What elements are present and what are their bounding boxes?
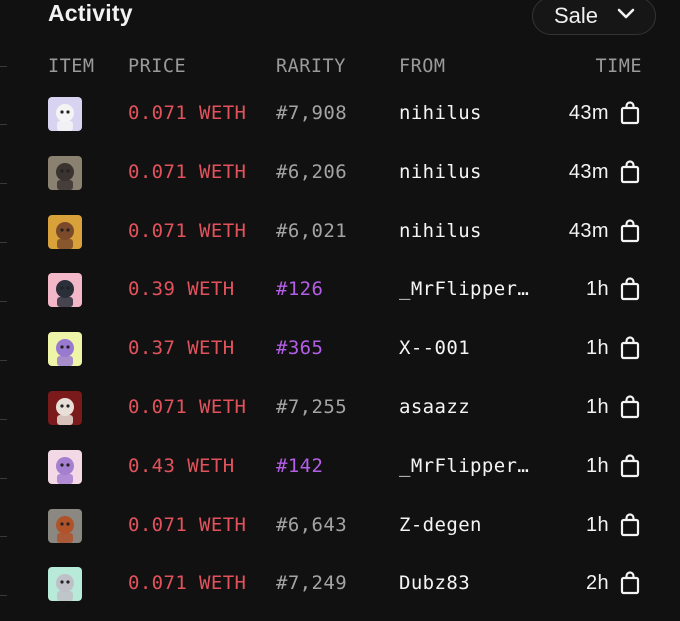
- time-ago: 1h: [585, 278, 609, 300]
- activity-row[interactable]: 0.071 WETH #7,249 Dubz83 2h: [0, 555, 680, 613]
- time-ago: 43m: [568, 102, 609, 124]
- activity-row[interactable]: 0.43 WETH #142 _MrFlipper_ 1h: [0, 438, 680, 496]
- price-value: 0.37 WETH: [128, 337, 235, 359]
- shopping-bag-icon[interactable]: [620, 219, 640, 243]
- nft-thumbnail[interactable]: [48, 156, 82, 190]
- from-user-link[interactable]: _MrFlipper_: [399, 455, 529, 477]
- price-value: 0.071 WETH: [128, 572, 247, 594]
- from-user-link[interactable]: Z-degen: [399, 514, 529, 536]
- sale-filter-dropdown[interactable]: Sale: [532, 0, 656, 35]
- nft-thumbnail[interactable]: [48, 273, 82, 307]
- column-header-from: FROM: [399, 56, 446, 77]
- activity-row[interactable]: 0.39 WETH #126 _MrFlipper_ 1h: [0, 261, 680, 319]
- time-ago: 43m: [568, 220, 609, 242]
- nft-thumbnail[interactable]: [48, 391, 82, 425]
- rarity-rank: #7,908: [276, 102, 348, 124]
- price-value: 0.071 WETH: [128, 514, 247, 536]
- price-value: 0.071 WETH: [128, 396, 247, 418]
- shopping-bag-icon[interactable]: [620, 277, 640, 301]
- shopping-bag-icon[interactable]: [620, 571, 640, 595]
- rarity-rank: #6,643: [276, 514, 348, 536]
- price-value: 0.39 WETH: [128, 278, 235, 300]
- time-ago: 43m: [568, 161, 609, 183]
- column-header-rarity: RARITY: [276, 56, 346, 77]
- from-user-link[interactable]: nihilus: [399, 220, 529, 242]
- nft-thumbnail[interactable]: [48, 215, 82, 249]
- shopping-bag-icon[interactable]: [620, 160, 640, 184]
- rarity-rank: #6,206: [276, 161, 348, 183]
- column-header-item: ITEM: [48, 56, 95, 77]
- nft-thumbnail[interactable]: [48, 450, 82, 484]
- price-value: 0.071 WETH: [128, 102, 247, 124]
- price-value: 0.071 WETH: [128, 220, 247, 242]
- rarity-rank: #7,255: [276, 396, 348, 418]
- price-value: 0.071 WETH: [128, 161, 247, 183]
- from-user-link[interactable]: Dubz83: [399, 572, 529, 594]
- time-ago: 1h: [585, 396, 609, 418]
- activity-row[interactable]: 0.37 WETH #365 X--001 1h: [0, 320, 680, 378]
- time-ago: 1h: [585, 337, 609, 359]
- activity-row[interactable]: 0.071 WETH #7,255 asaazz 1h: [0, 379, 680, 437]
- rarity-rank: #6,021: [276, 220, 348, 242]
- column-header-time: TIME: [595, 56, 642, 77]
- chevron-down-icon: [617, 8, 635, 19]
- shopping-bag-icon[interactable]: [620, 395, 640, 419]
- price-value: 0.43 WETH: [128, 455, 235, 477]
- from-user-link[interactable]: X--001: [399, 337, 529, 359]
- nft-thumbnail[interactable]: [48, 97, 82, 131]
- nft-thumbnail[interactable]: [48, 332, 82, 366]
- time-ago: 2h: [585, 572, 609, 594]
- activity-row[interactable]: 0.071 WETH #7,908 nihilus 43m: [0, 85, 680, 143]
- shopping-bag-icon[interactable]: [620, 454, 640, 478]
- shopping-bag-icon[interactable]: [620, 101, 640, 125]
- shopping-bag-icon[interactable]: [620, 336, 640, 360]
- column-header-price: PRICE: [128, 56, 187, 77]
- time-ago: 1h: [585, 514, 609, 536]
- from-user-link[interactable]: nihilus: [399, 102, 529, 124]
- activity-title: Activity: [48, 0, 133, 26]
- activity-row[interactable]: 0.071 WETH #6,021 nihilus 43m: [0, 203, 680, 261]
- rarity-rank: #7,249: [276, 572, 348, 594]
- activity-row[interactable]: 0.071 WETH #6,643 Z-degen 1h: [0, 497, 680, 555]
- rarity-rank: #365: [276, 337, 324, 359]
- activity-row[interactable]: 0.071 WETH #6,206 nihilus 43m: [0, 144, 680, 202]
- rarity-rank: #142: [276, 455, 324, 477]
- nft-thumbnail[interactable]: [48, 567, 82, 601]
- rarity-rank: #126: [276, 278, 324, 300]
- time-ago: 1h: [585, 455, 609, 477]
- from-user-link[interactable]: _MrFlipper_: [399, 278, 529, 300]
- nft-thumbnail[interactable]: [48, 509, 82, 543]
- shopping-bag-icon[interactable]: [620, 513, 640, 537]
- from-user-link[interactable]: asaazz: [399, 396, 529, 418]
- from-user-link[interactable]: nihilus: [399, 161, 529, 183]
- sale-filter-label: Sale: [554, 3, 599, 28]
